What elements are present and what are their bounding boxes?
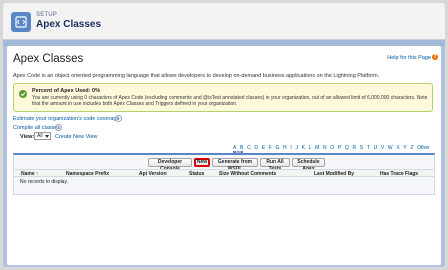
alert-title: Percent of Apex Used: 0% [32, 88, 100, 94]
alpha-letter[interactable]: J [295, 145, 298, 151]
alpha-letter[interactable]: N [323, 145, 327, 151]
alpha-letter[interactable]: O [330, 145, 334, 151]
column-last-modified-by[interactable]: Last Modified By [314, 171, 354, 177]
column-namespace-prefix[interactable]: Namespace Prefix [66, 171, 109, 177]
info-icon[interactable]: i [115, 115, 122, 122]
alpha-letter[interactable]: M [315, 145, 319, 151]
info-icon[interactable]: i [55, 124, 62, 131]
compile-all-link[interactable]: Compile all classes [13, 125, 60, 131]
alpha-letter[interactable]: U [374, 145, 378, 151]
column-api-version[interactable]: Api Version [139, 171, 167, 177]
main-content: Apex Classes Help for this Page ? Apex C… [7, 46, 441, 265]
alpha-letter[interactable]: C [247, 145, 251, 151]
alpha-letter[interactable]: S [360, 145, 363, 151]
column-name[interactable]: Name ↑ [21, 171, 39, 177]
page-description: Apex Code is an object oriented programm… [13, 73, 380, 79]
view-select-value: All [37, 133, 43, 139]
alpha-letter[interactable]: V [381, 145, 384, 151]
list-view: Developer Console New Generate from WSDL… [13, 153, 435, 195]
developer-console-button[interactable]: Developer Console [148, 158, 192, 172]
view-label: View: [20, 134, 35, 140]
alpha-letter[interactable]: H [283, 145, 287, 151]
column-size-without-comments[interactable]: Size Without Comments [219, 171, 276, 177]
create-view-link[interactable]: Create New View [55, 134, 97, 140]
setup-gear-icon [11, 12, 31, 32]
checkmark-icon [19, 90, 27, 98]
setup-title: Apex Classes [36, 19, 102, 30]
alpha-letter[interactable]: R [352, 145, 356, 151]
alpha-letter[interactable]: E [262, 145, 265, 151]
alpha-letter[interactable]: L [309, 145, 312, 151]
alpha-letter[interactable]: Z [410, 145, 413, 151]
empty-message: No records to display. [20, 179, 68, 185]
generate-from-wsdl-button[interactable]: Generate from WSDL [212, 158, 258, 172]
help-icon[interactable]: ? [432, 54, 438, 60]
usage-alert: Percent of Apex Used: 0% You are current… [13, 83, 433, 112]
table-header: Name ↑ Namespace Prefix Api Version Stat… [14, 169, 434, 177]
schedule-apex-button[interactable]: Schedule Apex [292, 158, 325, 172]
alpha-letter[interactable]: K [302, 145, 305, 151]
setup-header: SETUP Apex Classes [3, 3, 445, 40]
view-select[interactable]: All [34, 132, 51, 140]
alpha-letter[interactable]: F [269, 145, 272, 151]
alpha-letter[interactable]: T [367, 145, 370, 151]
new-button[interactable]: New [194, 158, 210, 167]
app-frame: SETUP Apex Classes Apex Classes Help for… [3, 3, 445, 267]
run-all-tests-button[interactable]: Run All Tests [260, 158, 290, 172]
estimate-coverage-link[interactable]: Estimate your organization's code covera… [13, 116, 120, 122]
alpha-letter[interactable]: P [338, 145, 341, 151]
alpha-letter[interactable]: I [290, 145, 291, 151]
page-title: Apex Classes [13, 53, 84, 65]
alpha-letter[interactable]: X [396, 145, 399, 151]
alphabet-filter: ABCDEFGHIJKLMNOPQRSTUVWXYZOtherAll [233, 145, 441, 157]
alpha-letter[interactable]: W [388, 145, 393, 151]
chevron-down-icon [45, 135, 49, 138]
alpha-letter[interactable]: D [254, 145, 258, 151]
setup-kicker: SETUP [36, 12, 58, 18]
alert-body: You are currently using 0 characters of … [32, 95, 428, 107]
alpha-letter-other[interactable]: Other [417, 145, 430, 151]
column-has-trace-flags[interactable]: Has Trace Flags [380, 171, 418, 177]
help-link[interactable]: Help for this Page [387, 55, 431, 61]
alpha-letter[interactable]: Y [403, 145, 406, 151]
alpha-letter[interactable]: Q [345, 145, 349, 151]
alpha-letter[interactable]: G [275, 145, 279, 151]
column-status[interactable]: Status [189, 171, 204, 177]
